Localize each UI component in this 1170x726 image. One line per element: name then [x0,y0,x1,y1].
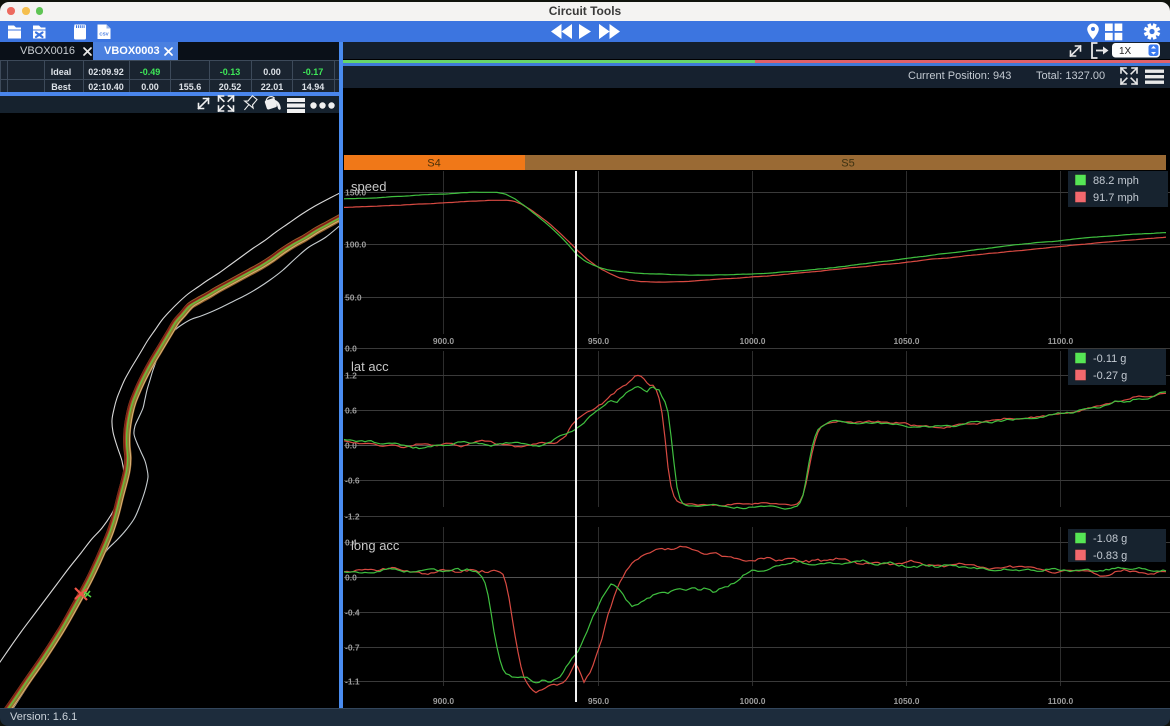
svg-text:1000.0: 1000.0 [740,336,766,346]
svg-text:0.0: 0.0 [345,344,357,354]
svg-text:1100.0: 1100.0 [1048,336,1074,346]
svg-text:155.6: 155.6 [179,82,202,92]
svg-text:0.00: 0.00 [141,82,159,92]
svg-text:0.00: 0.00 [263,67,281,77]
svg-text:long acc: long acc [351,538,400,553]
svg-text:CSV: CSV [99,31,108,36]
svg-text:speed: speed [351,179,386,194]
svg-text:-1.2: -1.2 [345,512,360,522]
svg-text:1050.0: 1050.0 [894,696,920,706]
svg-text:0.6: 0.6 [345,406,357,416]
svg-text:S5: S5 [841,158,854,170]
svg-text:-0.11 g: -0.11 g [1093,353,1126,365]
svg-text:-0.17: -0.17 [303,67,324,77]
svg-text:Ideal: Ideal [51,67,72,77]
svg-text:88.2 mph: 88.2 mph [1093,175,1139,187]
svg-text:1050.0: 1050.0 [894,336,920,346]
svg-text:S4: S4 [427,158,440,170]
svg-text:1X: 1X [1119,46,1132,57]
svg-text:950.0: 950.0 [588,696,610,706]
svg-text:-0.6: -0.6 [345,476,360,486]
svg-text:-0.27 g: -0.27 g [1093,370,1127,382]
svg-text:22.01: 22.01 [261,82,284,92]
svg-text:-0.4: -0.4 [345,608,360,618]
svg-text:02:09.92: 02:09.92 [88,67,124,77]
svg-text:-0.49: -0.49 [140,67,161,77]
svg-text:1000.0: 1000.0 [740,696,766,706]
svg-text:02:10.40: 02:10.40 [88,82,124,92]
svg-text:-1.1: -1.1 [345,677,360,687]
svg-text:20.52: 20.52 [219,82,242,92]
svg-text:50.0: 50.0 [345,293,362,303]
svg-text:900.0: 900.0 [433,696,455,706]
svg-text:1100.0: 1100.0 [1048,696,1074,706]
svg-text:Best: Best [51,82,71,92]
svg-text:900.0: 900.0 [433,336,455,346]
svg-text:0.0: 0.0 [345,573,357,583]
svg-text:-1.08 g: -1.08 g [1093,533,1127,545]
svg-text:-0.7: -0.7 [345,643,360,653]
svg-text:14.94: 14.94 [302,82,325,92]
svg-text:100.0: 100.0 [345,240,367,250]
svg-text:lat acc: lat acc [351,359,389,374]
svg-text:950.0: 950.0 [588,336,610,346]
svg-text:-0.13: -0.13 [220,67,241,77]
svg-text:-0.83 g: -0.83 g [1093,550,1127,562]
svg-text:91.7 mph: 91.7 mph [1093,192,1139,204]
